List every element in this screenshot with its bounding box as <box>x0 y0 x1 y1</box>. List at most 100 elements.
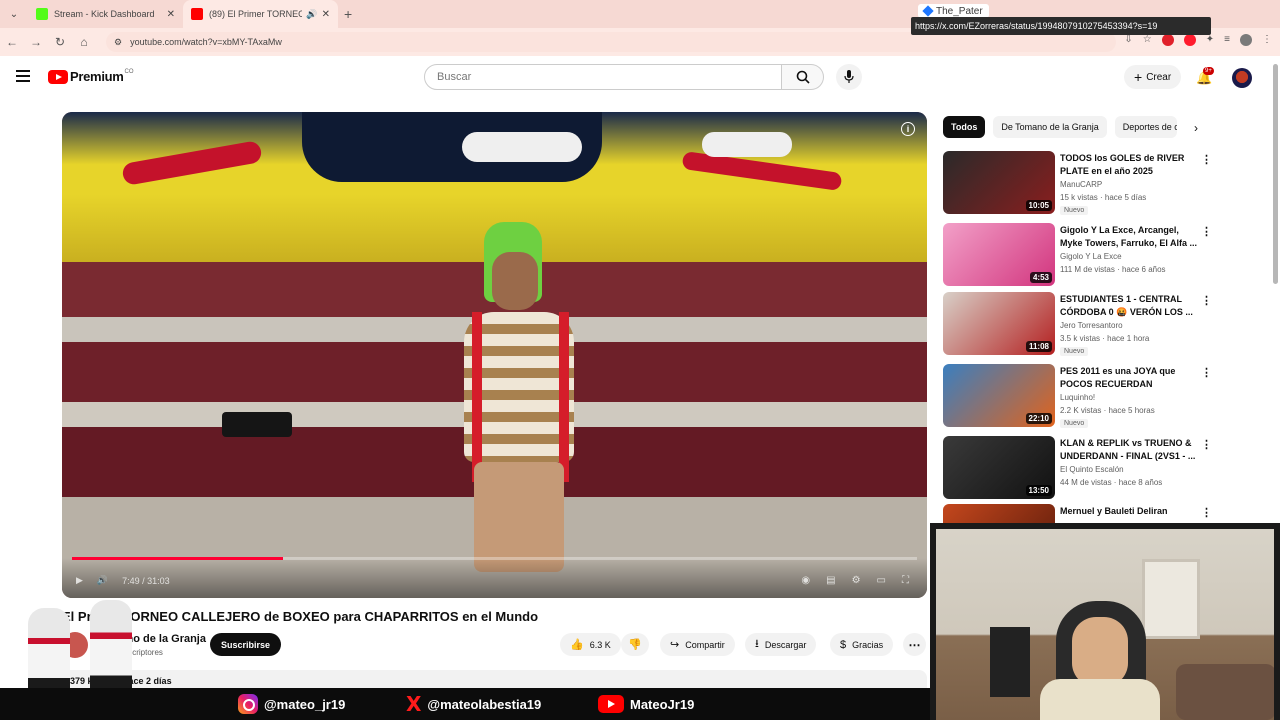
rec-meta: 3.5 k vistas · hace 1 hora <box>1060 334 1150 343</box>
player-controls-left: ▶ 🔊 7:49 / 31:03 <box>76 575 170 586</box>
more-options-icon[interactable]: ⋮ <box>1201 438 1212 451</box>
theater-mode-icon[interactable]: ▭ <box>877 575 886 586</box>
chip-channel[interactable]: De Tomano de la Granja <box>993 116 1107 138</box>
back-icon[interactable]: ← <box>0 35 24 49</box>
recommendation-item[interactable]: 4:53 Gigolo Y La Exce, Arcangel, Myke To… <box>943 223 1223 287</box>
rec-channel[interactable]: El Quinto Escalón <box>1060 465 1124 474</box>
browser-tab-youtube[interactable]: (89) El Primer TORNEO CALL 🔊 ✕ <box>183 0 338 28</box>
recommendation-item[interactable]: 22:10 PES 2011 es una JOYA que POCOS REC… <box>943 364 1223 428</box>
thanks-label: Gracias <box>852 639 884 650</box>
info-icon[interactable]: i <box>901 122 915 136</box>
instagram-text: @mateo_jr19 <box>264 696 346 712</box>
youtube-header: Premium CO Buscar + Crear 🔔 9+ <box>0 56 1280 98</box>
dislike-button[interactable]: 👎 <box>621 633 649 656</box>
streamer-shirt <box>1040 679 1160 720</box>
person-face <box>492 252 538 310</box>
webcam-feed <box>936 529 1274 720</box>
extension-icon[interactable] <box>1161 34 1174 46</box>
video-thumbnail[interactable]: 4:53 <box>943 223 1055 286</box>
rec-channel[interactable]: ManuCARP <box>1060 180 1102 189</box>
account-avatar[interactable] <box>1232 68 1252 88</box>
search-button[interactable] <box>782 64 824 90</box>
more-options-icon[interactable]: ⋮ <box>1201 153 1212 166</box>
rec-title[interactable]: KLAN & REPLIK vs TRUENO & UNDERDANN - FI… <box>1060 437 1200 463</box>
thumbs-down-icon: 👎 <box>628 639 642 651</box>
rec-title[interactable]: ESTUDIANTES 1 - CENTRAL CÓRDOBA 0 🤬 VERÓ… <box>1060 293 1200 319</box>
logo-text: Premium <box>70 69 124 84</box>
more-options-icon[interactable]: ⋮ <box>1201 225 1212 238</box>
tab-search-chevron-icon[interactable]: ⌄ <box>0 0 28 28</box>
video-thumbnail[interactable]: 10:05 <box>943 151 1055 214</box>
url-text: youtube.com/watch?v=xbMY-TAxaMw <box>130 37 282 47</box>
chip-all[interactable]: Todos <box>943 116 986 138</box>
like-button[interactable]: 👍 6.3 K <box>560 633 621 656</box>
address-bar[interactable]: ⚙ youtube.com/watch?v=xbMY-TAxaMw <box>106 32 1116 52</box>
more-options-icon[interactable]: ⋮ <box>1201 506 1212 519</box>
hover-user-chip: The_Pater <box>918 4 989 18</box>
plus-icon: + <box>1134 69 1143 85</box>
more-options-icon[interactable]: ⋮ <box>1201 294 1212 307</box>
page-scrollbar[interactable] <box>1273 64 1278 284</box>
tab-close-icon[interactable]: ✕ <box>167 9 175 20</box>
chevron-right-icon[interactable]: › <box>1186 118 1206 138</box>
thanks-button[interactable]: $ Gracias <box>830 633 894 656</box>
youtube-premium-logo[interactable]: Premium CO <box>48 69 134 84</box>
video-thumbnail[interactable]: 11:08 <box>943 292 1055 355</box>
search-input[interactable]: Buscar <box>424 64 782 90</box>
install-icon[interactable]: ⇩ <box>1124 34 1132 46</box>
browser-tab-kick[interactable]: Stream - Kick Dashboard ✕ <box>28 0 183 28</box>
recommendation-item[interactable]: Mernuel y Bauleti Deliran ⋮ <box>943 504 1223 524</box>
settings-gear-icon[interactable]: ⚙ <box>852 575 861 586</box>
rec-meta: 111 M de vistas · hace 6 años <box>1060 265 1166 274</box>
subtitles-icon[interactable]: ▤ <box>826 575 835 586</box>
streamer-face <box>1072 617 1128 687</box>
home-icon[interactable]: ⌂ <box>72 35 96 49</box>
voice-search-button[interactable] <box>836 64 862 90</box>
bookmark-star-icon[interactable]: ☆ <box>1143 34 1152 46</box>
recommendation-item[interactable]: 11:08 ESTUDIANTES 1 - CENTRAL CÓRDOBA 0 … <box>943 292 1223 356</box>
video-player[interactable]: i ▶ 🔊 7:49 / 31:03 ◉ ▤ ⚙ ▭ ⛶ <box>62 112 927 598</box>
rec-title[interactable]: PES 2011 es una JOYA que POCOS RECUERDAN <box>1060 365 1200 391</box>
recommendation-item[interactable]: 10:05 TODOS los GOLES de RIVER PLATE en … <box>943 151 1223 215</box>
create-button[interactable]: + Crear <box>1124 65 1182 89</box>
tab-close-icon[interactable]: ✕ <box>322 9 330 20</box>
speaker-icon[interactable]: 🔊 <box>306 9 317 20</box>
autoplay-icon[interactable]: ◉ <box>801 575 810 586</box>
site-info-icon[interactable]: ⚙ <box>114 37 122 48</box>
play-icon[interactable]: ▶ <box>76 575 83 586</box>
pc-tower <box>990 627 1030 697</box>
rec-title[interactable]: TODOS los GOLES de RIVER PLATE en el año… <box>1060 152 1200 178</box>
share-button[interactable]: ↪ Compartir <box>660 633 735 656</box>
rec-channel[interactable]: Gigolo Y La Exce <box>1060 252 1122 261</box>
rec-title[interactable]: Gigolo Y La Exce, Arcangel, Myke Towers,… <box>1060 224 1200 250</box>
person-pants <box>474 462 564 572</box>
more-options-icon[interactable]: ⋮ <box>1201 366 1212 379</box>
kick-favicon-icon <box>36 8 48 20</box>
profile-icon[interactable] <box>1240 34 1252 46</box>
fullscreen-icon[interactable]: ⛶ <box>902 575 909 586</box>
new-tab-button[interactable]: + <box>344 6 352 22</box>
rec-channel[interactable]: Jero Torresantoro <box>1060 321 1123 330</box>
opera-extension-icon[interactable] <box>1183 34 1196 46</box>
forward-icon[interactable]: → <box>24 35 48 49</box>
cube-icon <box>922 5 934 17</box>
player-controls-right: ◉ ▤ ⚙ ▭ ⛶ <box>801 575 909 586</box>
volume-icon[interactable]: 🔊 <box>97 575 108 586</box>
video-thumbnail[interactable]: 13:50 <box>943 436 1055 499</box>
rec-title[interactable]: Mernuel y Bauleti Deliran <box>1060 505 1200 518</box>
download-button[interactable]: ⭳ Descargar <box>745 633 817 656</box>
recommendation-item[interactable]: 13:50 KLAN & REPLIK vs TRUENO & UNDERDAN… <box>943 436 1223 500</box>
progress-bar[interactable] <box>72 557 917 560</box>
more-actions-button[interactable]: ⋯ <box>903 633 926 656</box>
subscribe-button[interactable]: Suscribirse <box>210 633 282 656</box>
reload-icon[interactable]: ↻ <box>48 35 72 49</box>
hamburger-menu-icon[interactable] <box>16 70 30 85</box>
rec-channel[interactable]: Luquinho! <box>1060 393 1095 402</box>
chip-sports[interactable]: Deportes de c <box>1114 116 1177 138</box>
browser-menu-icon[interactable]: ⋮ <box>1262 34 1272 46</box>
puzzle-icon[interactable]: ✦ <box>1206 34 1214 46</box>
youtube-favicon-icon <box>191 8 203 20</box>
video-thumbnail[interactable] <box>943 504 1055 524</box>
media-icon[interactable]: ≡ <box>1224 34 1230 46</box>
video-thumbnail[interactable]: 22:10 <box>943 364 1055 427</box>
